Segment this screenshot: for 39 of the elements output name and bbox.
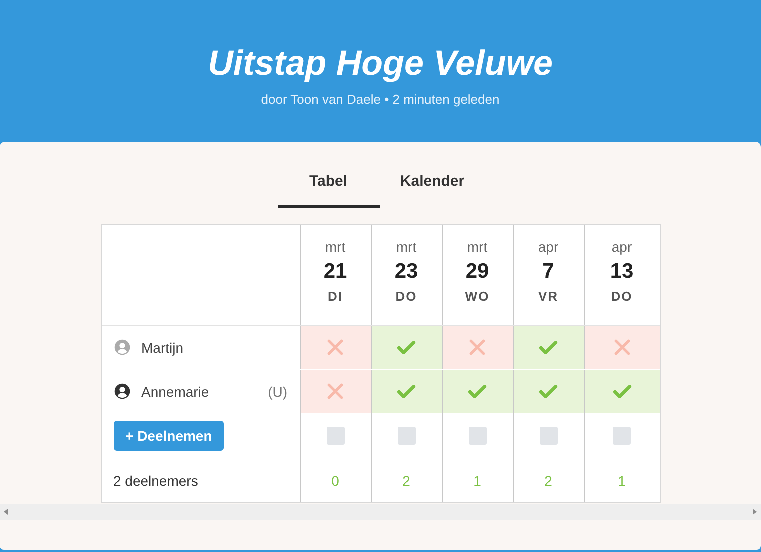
date-weekday: VR bbox=[538, 289, 559, 304]
scroll-left-icon[interactable] bbox=[2, 508, 10, 516]
participant-name: Annemarie bbox=[142, 384, 210, 400]
horizontal-scrollbar[interactable] bbox=[0, 504, 761, 520]
date-month: apr bbox=[612, 239, 632, 255]
date-weekday: DO bbox=[396, 289, 418, 304]
date-day: 13 bbox=[610, 260, 634, 284]
date-month: apr bbox=[538, 239, 559, 255]
participant-count: 2 deelnemers bbox=[114, 472, 198, 488]
cross-icon bbox=[325, 337, 346, 358]
date-month: mrt bbox=[467, 239, 488, 255]
date-weekday: WO bbox=[465, 289, 490, 304]
participant-name: Martijn bbox=[142, 340, 185, 356]
date-month: mrt bbox=[396, 239, 417, 255]
date-weekday: DI bbox=[328, 289, 343, 304]
date-weekday: DO bbox=[611, 289, 633, 304]
scroll-right-icon[interactable] bbox=[751, 508, 759, 516]
checkbox[interactable] bbox=[326, 427, 344, 445]
poll-byline: door Toon van Daele • 2 minuten geleden bbox=[261, 92, 500, 107]
checkbox[interactable] bbox=[540, 427, 558, 445]
date-day: 21 bbox=[324, 260, 348, 284]
vote-count: 0 bbox=[332, 472, 340, 488]
cross-icon bbox=[325, 381, 346, 402]
you-label: (U) bbox=[268, 384, 288, 400]
poll-title: Uitstap Hoge Veluwe bbox=[208, 44, 553, 84]
view-tab[interactable]: Kalender bbox=[382, 169, 484, 208]
checkbox[interactable] bbox=[468, 427, 486, 445]
vote-count: 2 bbox=[544, 472, 552, 488]
cross-icon bbox=[467, 337, 488, 358]
view-tab[interactable]: Tabel bbox=[278, 169, 380, 208]
vote-count: 1 bbox=[618, 472, 626, 488]
date-day: 23 bbox=[394, 260, 418, 284]
vote-count: 1 bbox=[474, 472, 482, 488]
checkbox[interactable] bbox=[613, 427, 631, 445]
checkbox[interactable] bbox=[398, 427, 416, 445]
date-month: mrt bbox=[325, 239, 346, 255]
date-day: 7 bbox=[542, 260, 554, 284]
vote-count: 2 bbox=[402, 472, 410, 488]
date-day: 29 bbox=[466, 260, 490, 284]
